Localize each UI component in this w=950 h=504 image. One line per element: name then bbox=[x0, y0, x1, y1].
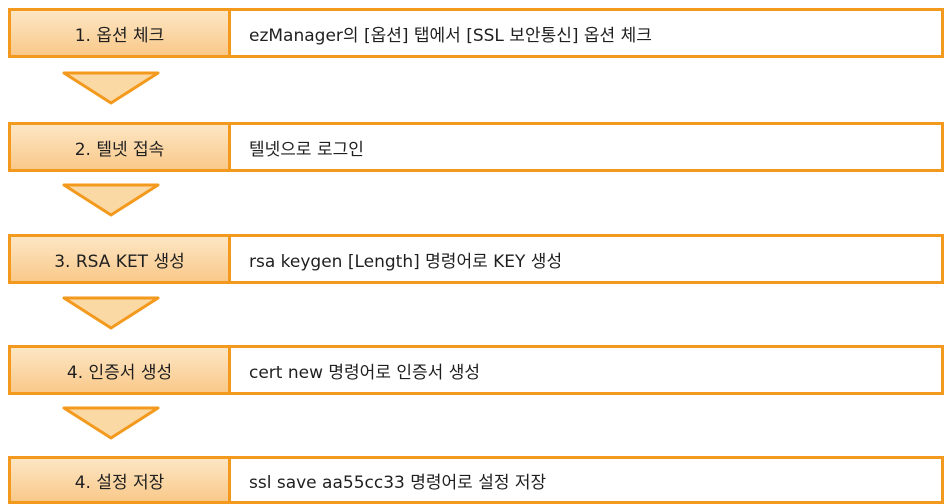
down-arrow-icon bbox=[60, 181, 162, 221]
step-1-label: 1. 옵션 체크 bbox=[11, 11, 231, 55]
down-arrow-icon bbox=[60, 404, 162, 444]
process-flow: 1. 옵션 체크 ezManager의 [옵션] 탭에서 [SSL 보안통신] … bbox=[0, 0, 950, 504]
down-arrow-icon bbox=[60, 294, 162, 334]
step-5-description: ssl save aa55cc33 명령어로 설정 저장 bbox=[249, 472, 547, 493]
step-4: 4. 인증서 생성 cert new 명령어로 인증서 생성 bbox=[8, 345, 944, 395]
step-2-label: 2. 텔넷 접속 bbox=[11, 125, 231, 169]
step-2: 2. 텔넷 접속 텔넷으로 로그인 bbox=[8, 122, 944, 172]
step-5: 4. 설정 저장 ssl save aa55cc33 명령어로 설정 저장 bbox=[8, 456, 944, 504]
step-3-label: 3. RSA KET 생성 bbox=[11, 237, 231, 281]
step-2-description: 텔넷으로 로그인 bbox=[249, 139, 364, 160]
step-3-description: rsa keygen [Length] 명령어로 KEY 생성 bbox=[249, 251, 563, 272]
down-arrow-icon bbox=[60, 69, 162, 109]
step-1: 1. 옵션 체크 ezManager의 [옵션] 탭에서 [SSL 보안통신] … bbox=[8, 8, 944, 58]
step-4-description: cert new 명령어로 인증서 생성 bbox=[249, 362, 480, 383]
step-5-label: 4. 설정 저장 bbox=[11, 459, 231, 501]
step-4-label: 4. 인증서 생성 bbox=[11, 348, 231, 392]
step-1-description: ezManager의 [옵션] 탭에서 [SSL 보안통신] 옵션 체크 bbox=[249, 25, 652, 46]
step-3: 3. RSA KET 생성 rsa keygen [Length] 명령어로 K… bbox=[8, 234, 944, 284]
